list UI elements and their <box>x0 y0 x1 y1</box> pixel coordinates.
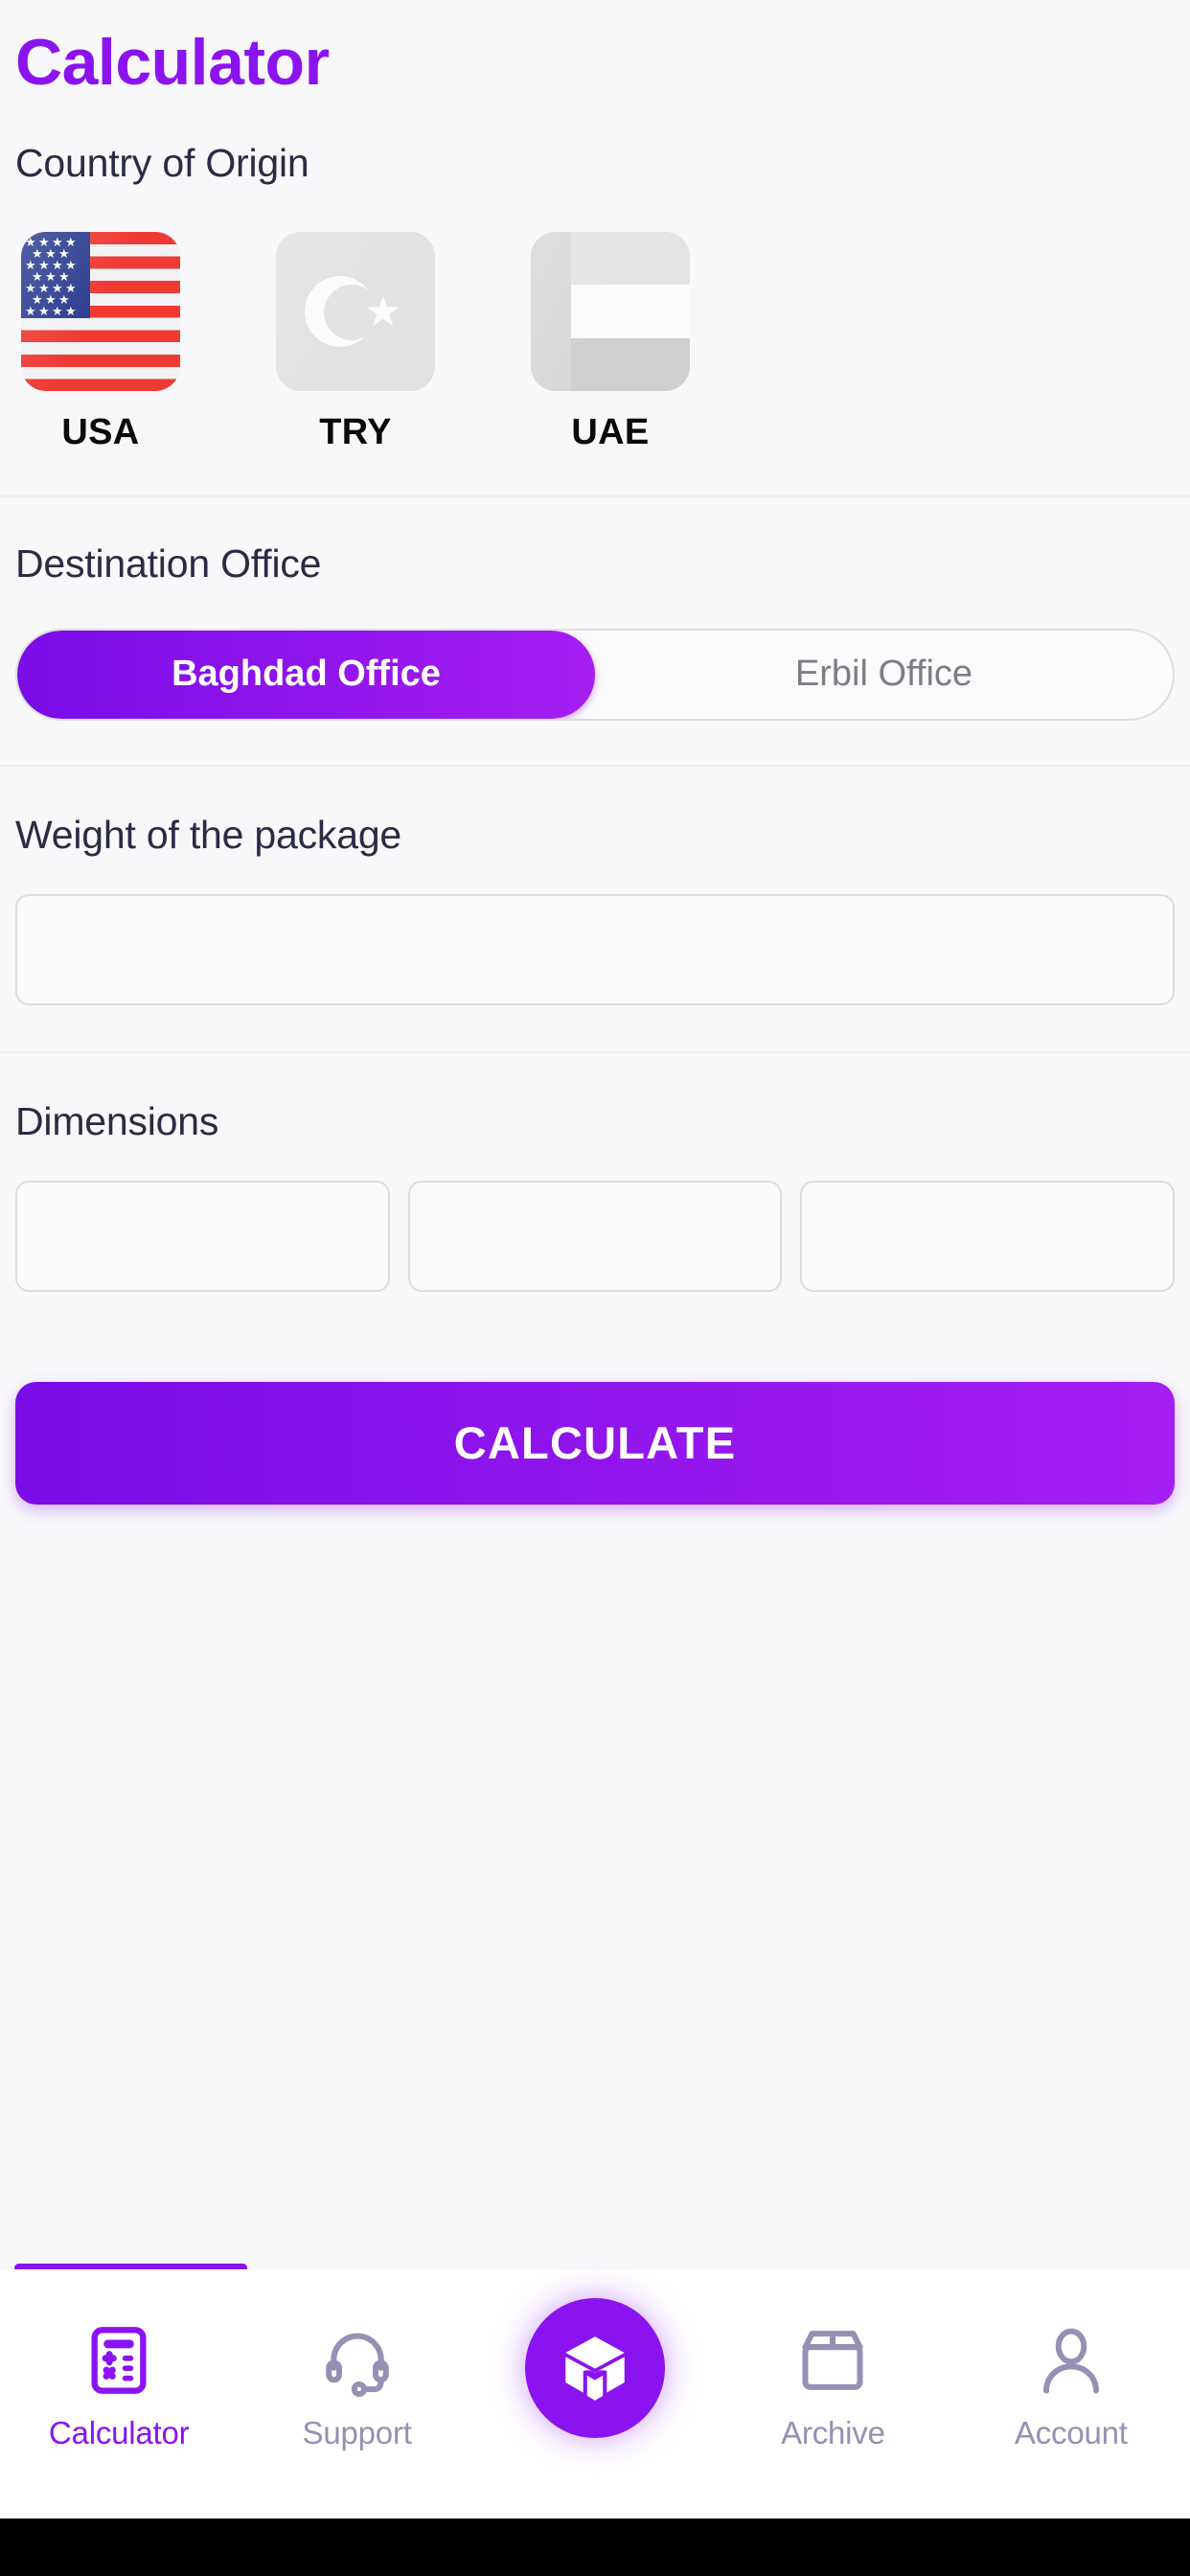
nav-item-calculator[interactable]: Calculator <box>0 2319 238 2451</box>
country-options-row: ★ ★ ★ ★ ★ ★ ★ ★ ★ ★ ★ ★ ★ ★ ★ ★ ★ ★ ★ ★ … <box>15 186 1175 495</box>
scroll-content: Calculator Country of Origin ★ ★ ★ ★ ★ ★… <box>0 0 1190 2576</box>
destination-office-section: Destination Office Baghdad Office Erbil … <box>0 497 1190 721</box>
person-icon <box>1030 2319 1112 2402</box>
nav-item-account[interactable]: Account <box>952 2319 1190 2451</box>
segment-baghdad-office[interactable]: Baghdad Office <box>17 630 595 719</box>
uae-flag-icon <box>531 231 690 391</box>
nav-label-support: Support <box>302 2415 412 2450</box>
app-screen: Calculator Country of Origin ★ ★ ★ ★ ★ ★… <box>0 0 1190 2576</box>
country-option-label-usa: USA <box>61 411 140 452</box>
dimensions-inputs-row <box>15 1180 1176 1292</box>
dimensions-section: Dimensions <box>0 1053 1190 1292</box>
country-option-usa[interactable]: ★ ★ ★ ★ ★ ★ ★ ★ ★ ★ ★ ★ ★ ★ ★ ★ ★ ★ ★ ★ … <box>15 231 186 453</box>
turkey-flag-icon: ★ <box>276 231 435 391</box>
country-option-uae[interactable]: UAE <box>525 231 696 453</box>
page-title: Calculator <box>15 26 330 99</box>
package-cube-logo-icon <box>565 2336 625 2401</box>
nav-label-archive: Archive <box>781 2415 885 2450</box>
calculate-button[interactable]: CALCULATE <box>15 1381 1175 1505</box>
country-option-label-uae: UAE <box>571 411 650 452</box>
nav-label-account: Account <box>1014 2415 1128 2450</box>
dimension-input-height[interactable] <box>800 1180 1176 1292</box>
box-icon <box>791 2319 874 2402</box>
usa-flag-icon: ★ ★ ★ ★ ★ ★ ★ ★ ★ ★ ★ ★ ★ ★ ★ ★ ★ ★ ★ ★ … <box>21 231 180 391</box>
headset-icon <box>316 2319 399 2402</box>
bottom-navigation-bar: Calculator Support Archive Account <box>0 2269 1190 2518</box>
nav-item-home-fab <box>476 2298 714 2438</box>
segment-erbil-office[interactable]: Erbil Office <box>595 631 1173 719</box>
country-of-origin-label: Country of Origin <box>15 140 309 185</box>
country-of-origin-section: Country of Origin ★ ★ ★ ★ ★ ★ ★ ★ ★ ★ ★ … <box>0 99 1190 495</box>
weight-section: Weight of the package <box>0 767 1190 1051</box>
nav-label-calculator: Calculator <box>48 2415 190 2450</box>
bottom-navigation-wrapper: Calculator Support Archive Account <box>0 2242 1190 2576</box>
dimensions-label: Dimensions <box>15 1098 219 1143</box>
system-home-indicator-bar <box>0 2518 1190 2576</box>
destination-office-segmented-control: Baghdad Office Erbil Office <box>15 628 1175 721</box>
country-option-label-try: TRY <box>319 411 392 452</box>
dimension-input-width[interactable] <box>407 1180 783 1292</box>
dimension-input-length[interactable] <box>15 1180 390 1292</box>
destination-office-label: Destination Office <box>15 540 322 586</box>
calculate-button-wrapper: CALCULATE <box>0 1344 1190 1505</box>
weight-label: Weight of the package <box>15 812 402 857</box>
nav-item-support[interactable]: Support <box>238 2319 475 2451</box>
calculator-icon <box>78 2319 160 2402</box>
weight-input[interactable] <box>15 893 1175 1005</box>
country-option-try[interactable]: ★ TRY <box>270 231 441 453</box>
nav-item-archive[interactable]: Archive <box>714 2319 951 2451</box>
package-cube-logo-button[interactable] <box>525 2298 666 2438</box>
